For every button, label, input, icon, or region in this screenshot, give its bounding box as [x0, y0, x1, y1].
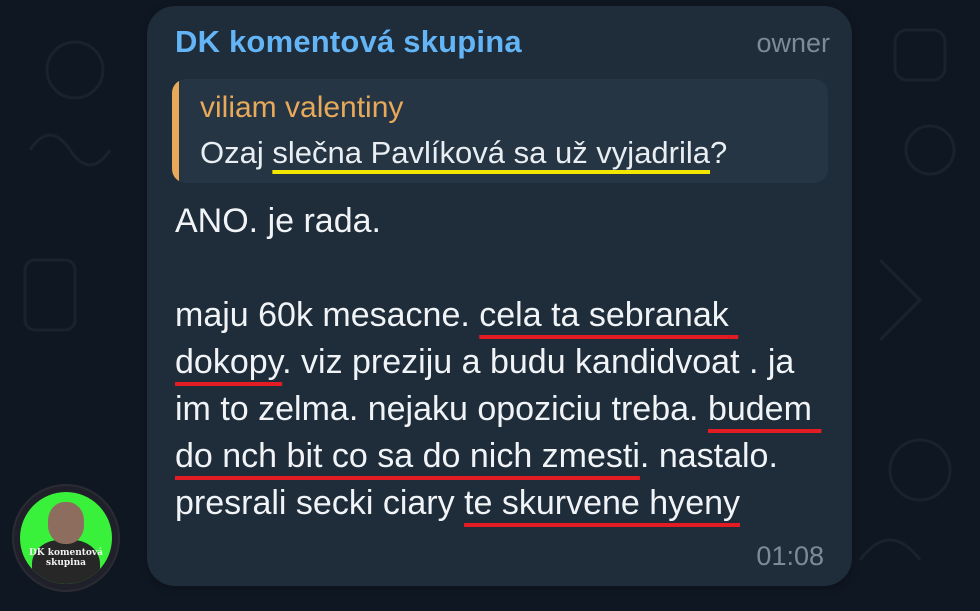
message-paragraph-1: ANO. je rada. [175, 202, 381, 240]
reply-text-before: Ozaj [200, 135, 273, 170]
reply-text-highlight: slečna Pavlíková sa už vyjadrila [272, 135, 711, 170]
message-paragraph-spacer [175, 245, 825, 292]
sender-name[interactable]: DK komentová skupina [175, 24, 522, 60]
reply-text-after: ? [710, 135, 728, 170]
reply-quote[interactable]: viliam valentiny Ozaj slečna Pavlíková s… [172, 79, 828, 183]
sender-role-badge: owner [756, 28, 830, 58]
reply-author: viliam valentiny [200, 91, 404, 124]
message-underlined-segment: te skurvene hyeny [464, 484, 741, 522]
message-text: ANO. je rada. maju 60k mesacne. cela ta … [175, 198, 825, 527]
message-timestamp: 01:08 [756, 541, 824, 571]
reply-text: Ozaj slečna Pavlíková sa už vyjadrila? [200, 135, 727, 171]
message-bubble[interactable]: DK komentová skupina owner viliam valent… [147, 6, 852, 586]
avatar-caption: DK komentová skupina [28, 548, 103, 568]
message-segment: maju 60k mesacne. [175, 296, 480, 334]
sender-avatar[interactable]: DK komentová skupina [12, 484, 120, 592]
message-paragraph-2: maju 60k mesacne. cela ta sebranak dokop… [175, 292, 825, 527]
avatar-image: DK komentová skupina [20, 492, 112, 584]
reply-accent-bar [172, 79, 179, 183]
avatar-figure-head [48, 502, 84, 544]
